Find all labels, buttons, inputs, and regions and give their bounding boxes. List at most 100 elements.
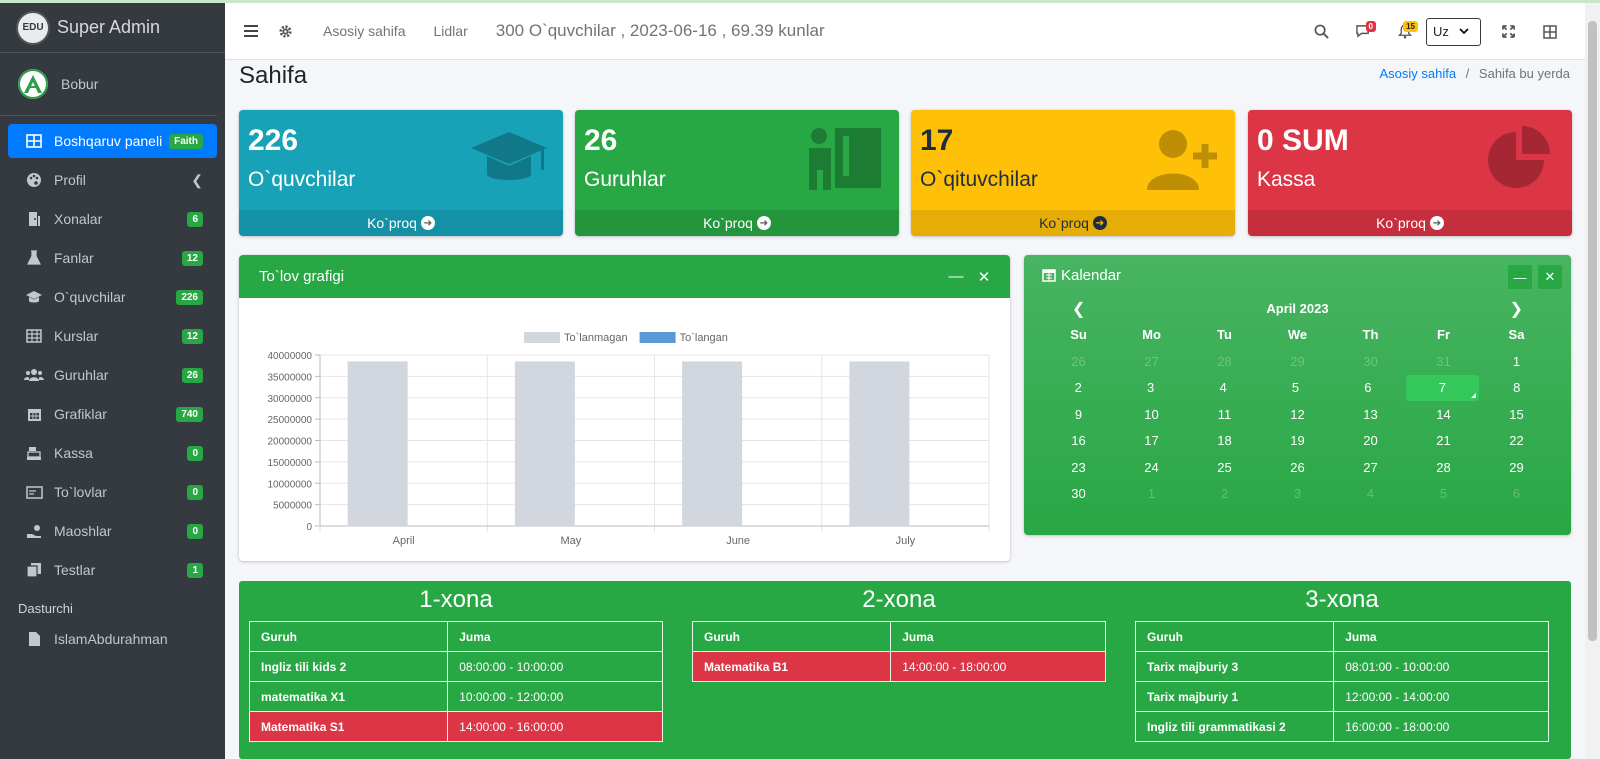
calendar-day[interactable]: 4: [1334, 481, 1407, 507]
sidebar-item-boshqaruv-paneli[interactable]: Boshqaruv paneli Faith: [8, 124, 217, 158]
sidebar-item-kurslar[interactable]: Kurslar 12: [8, 319, 217, 353]
calendar-day[interactable]: 19: [1261, 428, 1334, 454]
calendar-day[interactable]: 26: [1042, 349, 1115, 375]
room-title: 2-xona: [862, 586, 936, 613]
sidebar-item-to-lovlar[interactable]: To`lovlar 0: [8, 475, 217, 509]
breadcrumb-home-link[interactable]: Asosiy sahifa: [1379, 66, 1456, 81]
sidebar-item-maoshlar[interactable]: Maoshlar 0: [8, 514, 217, 548]
stat-label: Guruhlar: [584, 168, 666, 191]
calendar-day[interactable]: 31: [1407, 349, 1480, 375]
th-large-icon: [1543, 24, 1557, 39]
calendar-day[interactable]: 30: [1334, 349, 1407, 375]
breadcrumb-separator: /: [1465, 66, 1470, 81]
stat-more-link[interactable]: Ko`proq ➔: [1248, 210, 1572, 236]
calendar-day[interactable]: 3: [1114, 375, 1186, 401]
sidebar-item-label: Boshqaruv paneli: [54, 133, 163, 149]
sidebar-item-guruhlar[interactable]: Guruhlar 26: [8, 358, 217, 392]
calendar-day[interactable]: 10: [1115, 402, 1188, 428]
stat-more-link[interactable]: Ko`proq ➔: [239, 210, 563, 236]
calendar-day[interactable]: 15: [1480, 402, 1553, 428]
sidebar-item-developer[interactable]: IslamAbdurahman: [8, 622, 217, 656]
sidebar-item-grafiklar[interactable]: Grafiklar 740: [8, 397, 217, 431]
stat-label: O`qituvchilar: [920, 168, 1038, 191]
calendar-day[interactable]: 8: [1481, 375, 1553, 401]
calendar-day[interactable]: 20: [1334, 428, 1407, 454]
chevron-right-icon[interactable]: ❯: [1510, 299, 1523, 319]
calendar-day[interactable]: 2: [1188, 481, 1261, 507]
table-row[interactable]: Matematika B1 14:00:00 - 18:00:00: [691, 651, 1106, 682]
gear-icon[interactable]: [275, 21, 295, 41]
calendar-day[interactable]: 9: [1042, 402, 1115, 428]
sidebar-item-kassa[interactable]: Kassa 0: [8, 436, 217, 470]
calendar-day[interactable]: 17: [1115, 428, 1188, 454]
search-button[interactable]: [1300, 12, 1342, 52]
notifications-button[interactable]: 15: [1384, 12, 1426, 52]
table-row[interactable]: Tarix majburiy 3 08:01:00 - 10:00:00: [1134, 651, 1549, 682]
sidebar-item-profil[interactable]: Profil ❮: [8, 163, 217, 197]
nav-link-leads[interactable]: Lidlar: [433, 23, 467, 39]
sidebar-item-o-quvchilar[interactable]: O`quvchilar 226: [8, 280, 217, 314]
stat-more-link[interactable]: Ko`proq ➔: [911, 210, 1235, 236]
messages-button[interactable]: 0: [1342, 12, 1384, 52]
minus-icon[interactable]: —: [942, 268, 970, 285]
calendar-day[interactable]: 22: [1480, 428, 1553, 454]
calendar-day[interactable]: 16: [1042, 428, 1115, 454]
calendar-day[interactable]: 29: [1261, 349, 1334, 375]
calendar-day[interactable]: 6: [1480, 481, 1553, 507]
calendar-day[interactable]: 1: [1480, 349, 1553, 375]
minus-icon[interactable]: —: [1507, 264, 1533, 290]
stat-more-link[interactable]: Ko`proq ➔: [575, 210, 899, 236]
sidebar-item-fanlar[interactable]: Fanlar 12: [8, 241, 217, 275]
column-header-day: Juma: [447, 621, 663, 652]
calendar-day[interactable]: 5: [1259, 375, 1331, 401]
calendar-day[interactable]: 1: [1115, 481, 1188, 507]
calendar-day[interactable]: 27: [1115, 349, 1188, 375]
calendar-day[interactable]: 30: [1042, 481, 1115, 507]
calendar-day[interactable]: 6: [1332, 375, 1404, 401]
column-header-day: Juma: [890, 621, 1106, 652]
sidebar-item-label: Fanlar: [54, 250, 94, 266]
nav-link-home[interactable]: Asosiy sahifa: [323, 23, 405, 39]
sidebar-item-label: Grafiklar: [54, 406, 107, 422]
calendar-day[interactable]: 5: [1407, 481, 1480, 507]
calendar-day[interactable]: 25: [1188, 455, 1261, 481]
sidebar-item-xonalar[interactable]: Xonalar 6: [8, 202, 217, 236]
calendar-day[interactable]: 21: [1407, 428, 1480, 454]
calendar-day[interactable]: 13: [1334, 402, 1407, 428]
calendar-day[interactable]: 18: [1188, 428, 1261, 454]
calendar-day[interactable]: 11: [1188, 402, 1261, 428]
page-scrollbar[interactable]: [1585, 3, 1600, 759]
room-panel: 2-xona Guruh Juma Matematika B1 14:00:00 - 1…: [684, 581, 1114, 756]
table-row[interactable]: Ingliz tili grammatikasi 2 16:00:00 - 18:…: [1134, 711, 1549, 742]
brand[interactable]: EDU Super Admin: [0, 3, 225, 53]
calendar-day[interactable]: 29: [1480, 455, 1553, 481]
calendar-day[interactable]: 14: [1407, 402, 1480, 428]
control-sidebar-button[interactable]: [1529, 12, 1571, 52]
close-icon[interactable]: ✕: [970, 268, 998, 286]
calendar-day[interactable]: 3: [1261, 481, 1334, 507]
language-select[interactable]: Uz: [1426, 17, 1481, 46]
calendar-day[interactable]: 12: [1261, 402, 1334, 428]
calendar-day[interactable]: 28: [1407, 455, 1480, 481]
table-row[interactable]: Ingliz tili kids 2 08:00:00 - 10:00:00: [248, 651, 663, 682]
user-panel[interactable]: Bobur: [0, 53, 217, 116]
calendar-day[interactable]: 4: [1187, 375, 1259, 401]
y-tick-label: 30000000: [268, 394, 313, 405]
close-icon[interactable]: ✕: [1537, 264, 1563, 290]
table-row[interactable]: matematika X1 10:00:00 - 12:00:00: [248, 681, 663, 712]
hamburger-menu-icon[interactable]: [241, 21, 261, 41]
sidebar-item-label: Xonalar: [54, 211, 103, 227]
calendar-day[interactable]: 7: [1406, 375, 1479, 402]
sidebar-item-testlar[interactable]: Testlar 1: [8, 553, 217, 587]
calendar-day[interactable]: 24: [1115, 455, 1188, 481]
calendar-day[interactable]: 28: [1188, 349, 1261, 375]
fullscreen-button[interactable]: [1487, 12, 1529, 52]
calendar-day[interactable]: 26: [1261, 455, 1334, 481]
calendar-day[interactable]: 2: [1042, 375, 1114, 401]
table-row[interactable]: Matematika S1 14:00:00 - 16:00:00: [248, 711, 663, 742]
column-header-group: Guruh: [1134, 621, 1335, 652]
calendar-day[interactable]: 27: [1334, 455, 1407, 481]
calendar-day[interactable]: 23: [1042, 455, 1115, 481]
table-row[interactable]: Tarix majburiy 1 12:00:00 - 14:00:00: [1134, 681, 1549, 712]
scrollbar-thumb[interactable]: [1588, 21, 1597, 641]
